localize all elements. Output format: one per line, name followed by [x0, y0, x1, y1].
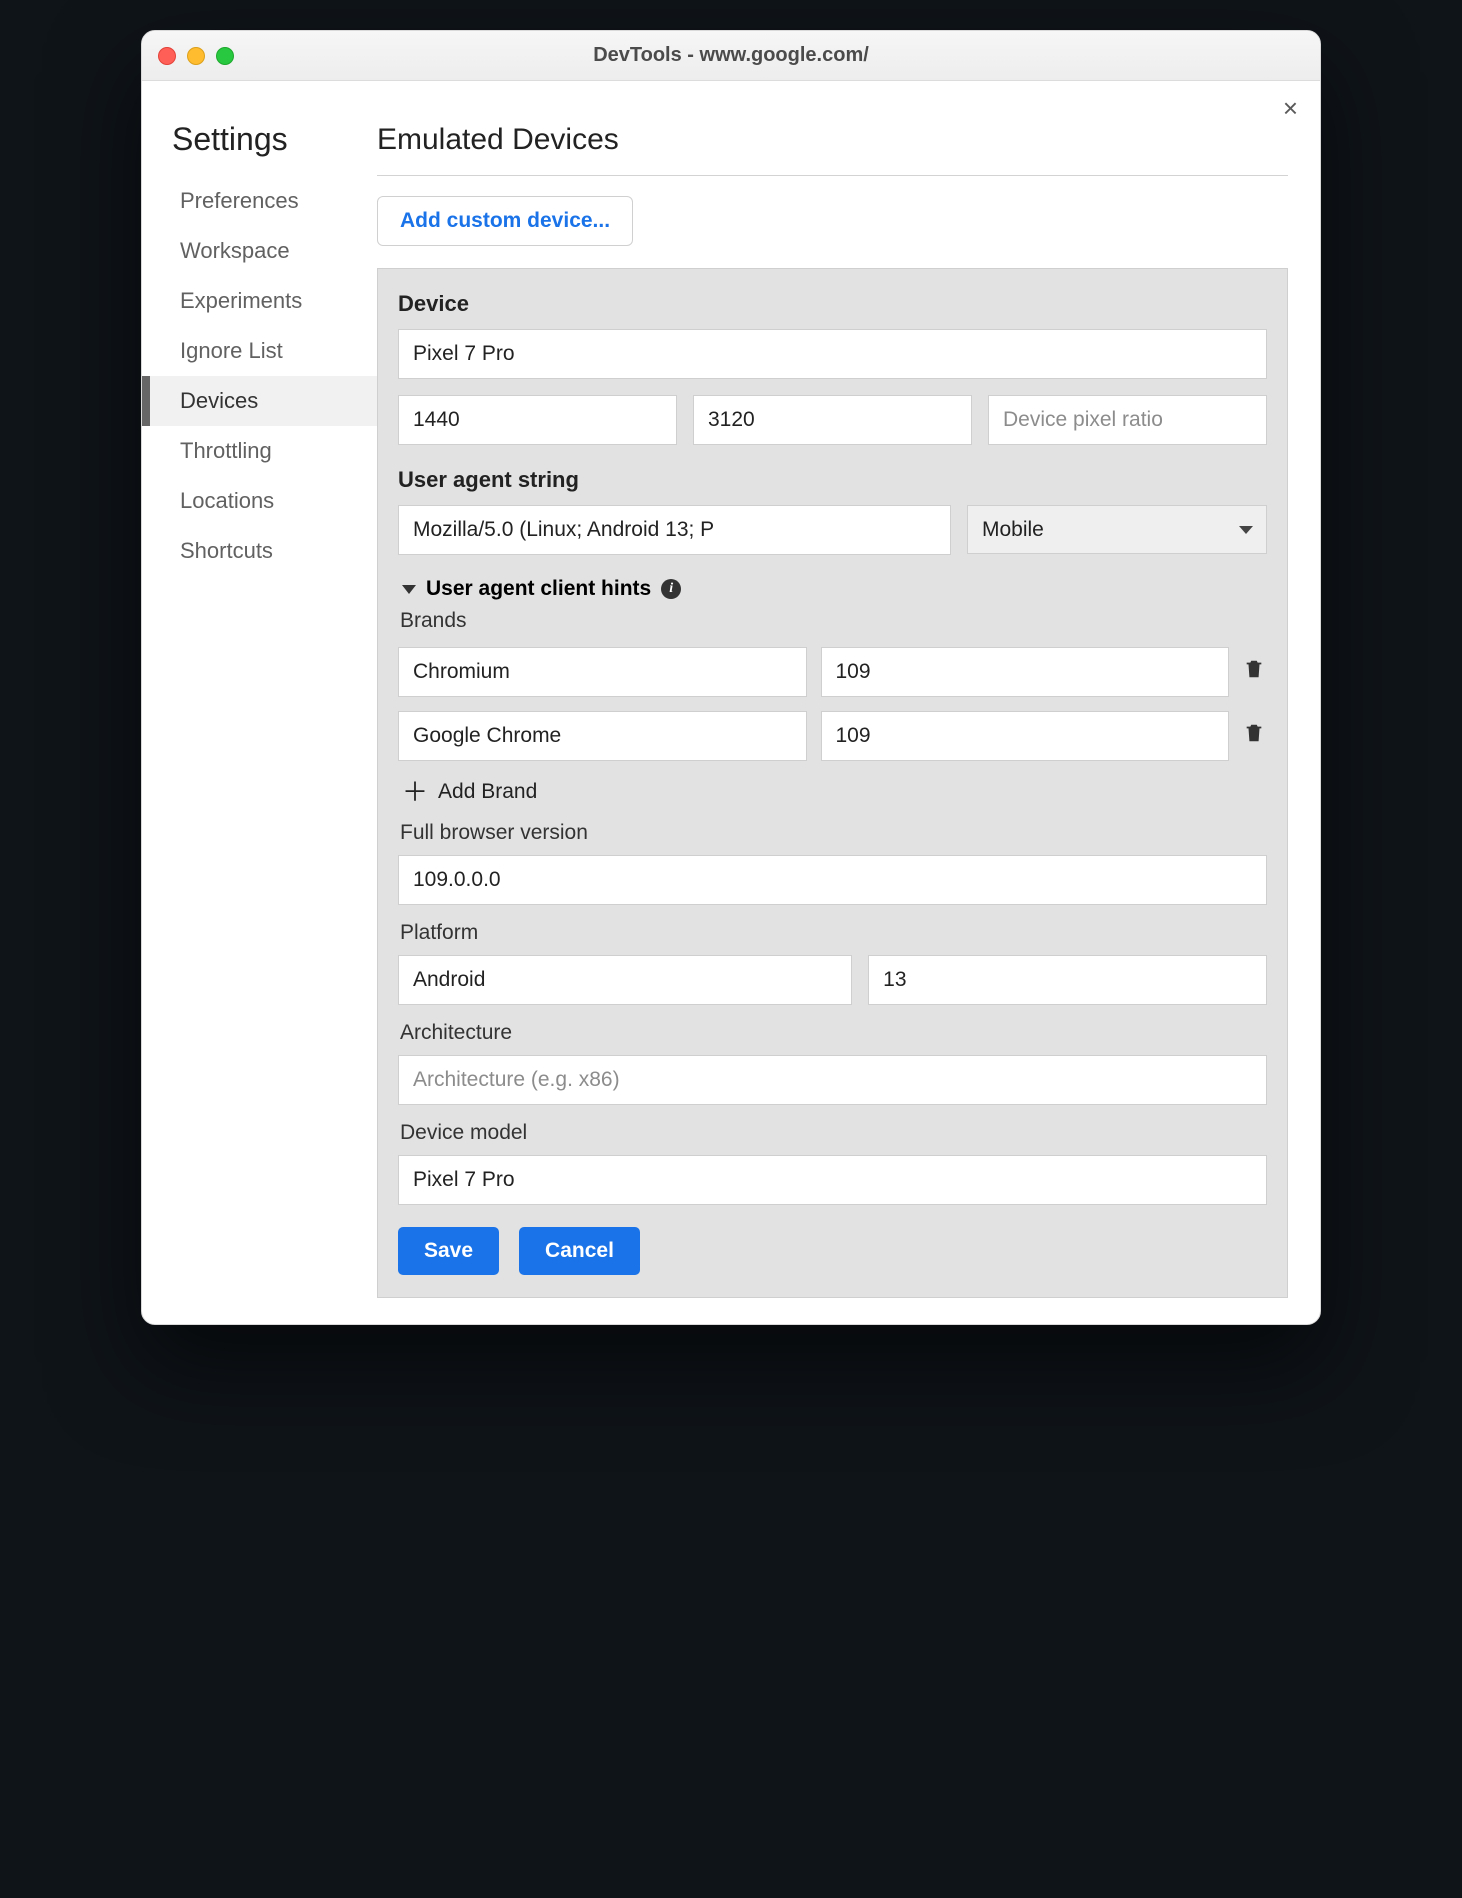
minimize-window-button[interactable]	[187, 47, 205, 65]
device-pixel-ratio-input[interactable]	[988, 395, 1267, 445]
device-height-input[interactable]	[693, 395, 972, 445]
page-title: Emulated Devices	[377, 123, 1288, 157]
client-hints-label: User agent client hints	[426, 577, 651, 601]
client-hints-header[interactable]: User agent client hints i	[402, 577, 1267, 601]
sidebar-item-ignore-list[interactable]: Ignore List	[142, 326, 377, 376]
platform-label: Platform	[400, 921, 1267, 945]
settings-heading: Settings	[142, 121, 377, 176]
architecture-label: Architecture	[400, 1021, 1267, 1045]
chevron-down-icon	[402, 585, 416, 594]
device-model-input[interactable]	[398, 1155, 1267, 1205]
sidebar-item-locations[interactable]: Locations	[142, 476, 377, 526]
brand-version-input[interactable]	[821, 647, 1230, 697]
device-form: Device User agent string Mobile	[377, 268, 1288, 1298]
window-title: DevTools - www.google.com/	[142, 44, 1320, 67]
ua-string-input[interactable]	[398, 505, 951, 555]
platform-version-input[interactable]	[868, 955, 1267, 1005]
plus-icon: ＋	[402, 779, 428, 805]
brand-name-input[interactable]	[398, 647, 807, 697]
divider	[377, 175, 1288, 176]
ua-type-select[interactable]: Mobile	[967, 505, 1267, 554]
device-name-input[interactable]	[398, 329, 1267, 379]
full-version-input[interactable]	[398, 855, 1267, 905]
delete-brand-button[interactable]	[1243, 721, 1267, 751]
zoom-window-button[interactable]	[216, 47, 234, 65]
trash-icon	[1243, 657, 1265, 681]
sidebar-item-experiments[interactable]: Experiments	[142, 276, 377, 326]
brand-name-input[interactable]	[398, 711, 807, 761]
close-window-button[interactable]	[158, 47, 176, 65]
traffic-lights	[158, 47, 234, 65]
sidebar-item-devices[interactable]: Devices	[142, 376, 377, 426]
titlebar: DevTools - www.google.com/	[142, 31, 1320, 81]
add-brand-button[interactable]: ＋ Add Brand	[402, 779, 1267, 805]
cancel-button[interactable]: Cancel	[519, 1227, 640, 1275]
sidebar-item-workspace[interactable]: Workspace	[142, 226, 377, 276]
brand-version-input[interactable]	[821, 711, 1230, 761]
devtools-window: DevTools - www.google.com/ × Settings Pr…	[141, 30, 1321, 1325]
ua-type-select-wrap: Mobile	[967, 505, 1267, 555]
brands-label: Brands	[400, 609, 1267, 633]
sidebar-item-shortcuts[interactable]: Shortcuts	[142, 526, 377, 576]
brand-row	[398, 647, 1267, 697]
platform-name-input[interactable]	[398, 955, 852, 1005]
device-width-input[interactable]	[398, 395, 677, 445]
close-icon[interactable]: ×	[1283, 95, 1298, 121]
full-version-label: Full browser version	[400, 821, 1267, 845]
save-button[interactable]: Save	[398, 1227, 499, 1275]
delete-brand-button[interactable]	[1243, 657, 1267, 687]
device-section-label: Device	[398, 291, 1267, 317]
settings-sidebar: Settings Preferences Workspace Experimen…	[142, 81, 377, 1324]
main-panel: Emulated Devices Add custom device... De…	[377, 81, 1320, 1324]
add-custom-device-button[interactable]: Add custom device...	[377, 196, 633, 246]
device-model-label: Device model	[400, 1121, 1267, 1145]
brand-row	[398, 711, 1267, 761]
info-icon[interactable]: i	[661, 579, 681, 599]
sidebar-item-preferences[interactable]: Preferences	[142, 176, 377, 226]
trash-icon	[1243, 721, 1265, 745]
sidebar-item-throttling[interactable]: Throttling	[142, 426, 377, 476]
ua-section-label: User agent string	[398, 467, 1267, 493]
add-brand-label: Add Brand	[438, 780, 537, 804]
architecture-input[interactable]	[398, 1055, 1267, 1105]
